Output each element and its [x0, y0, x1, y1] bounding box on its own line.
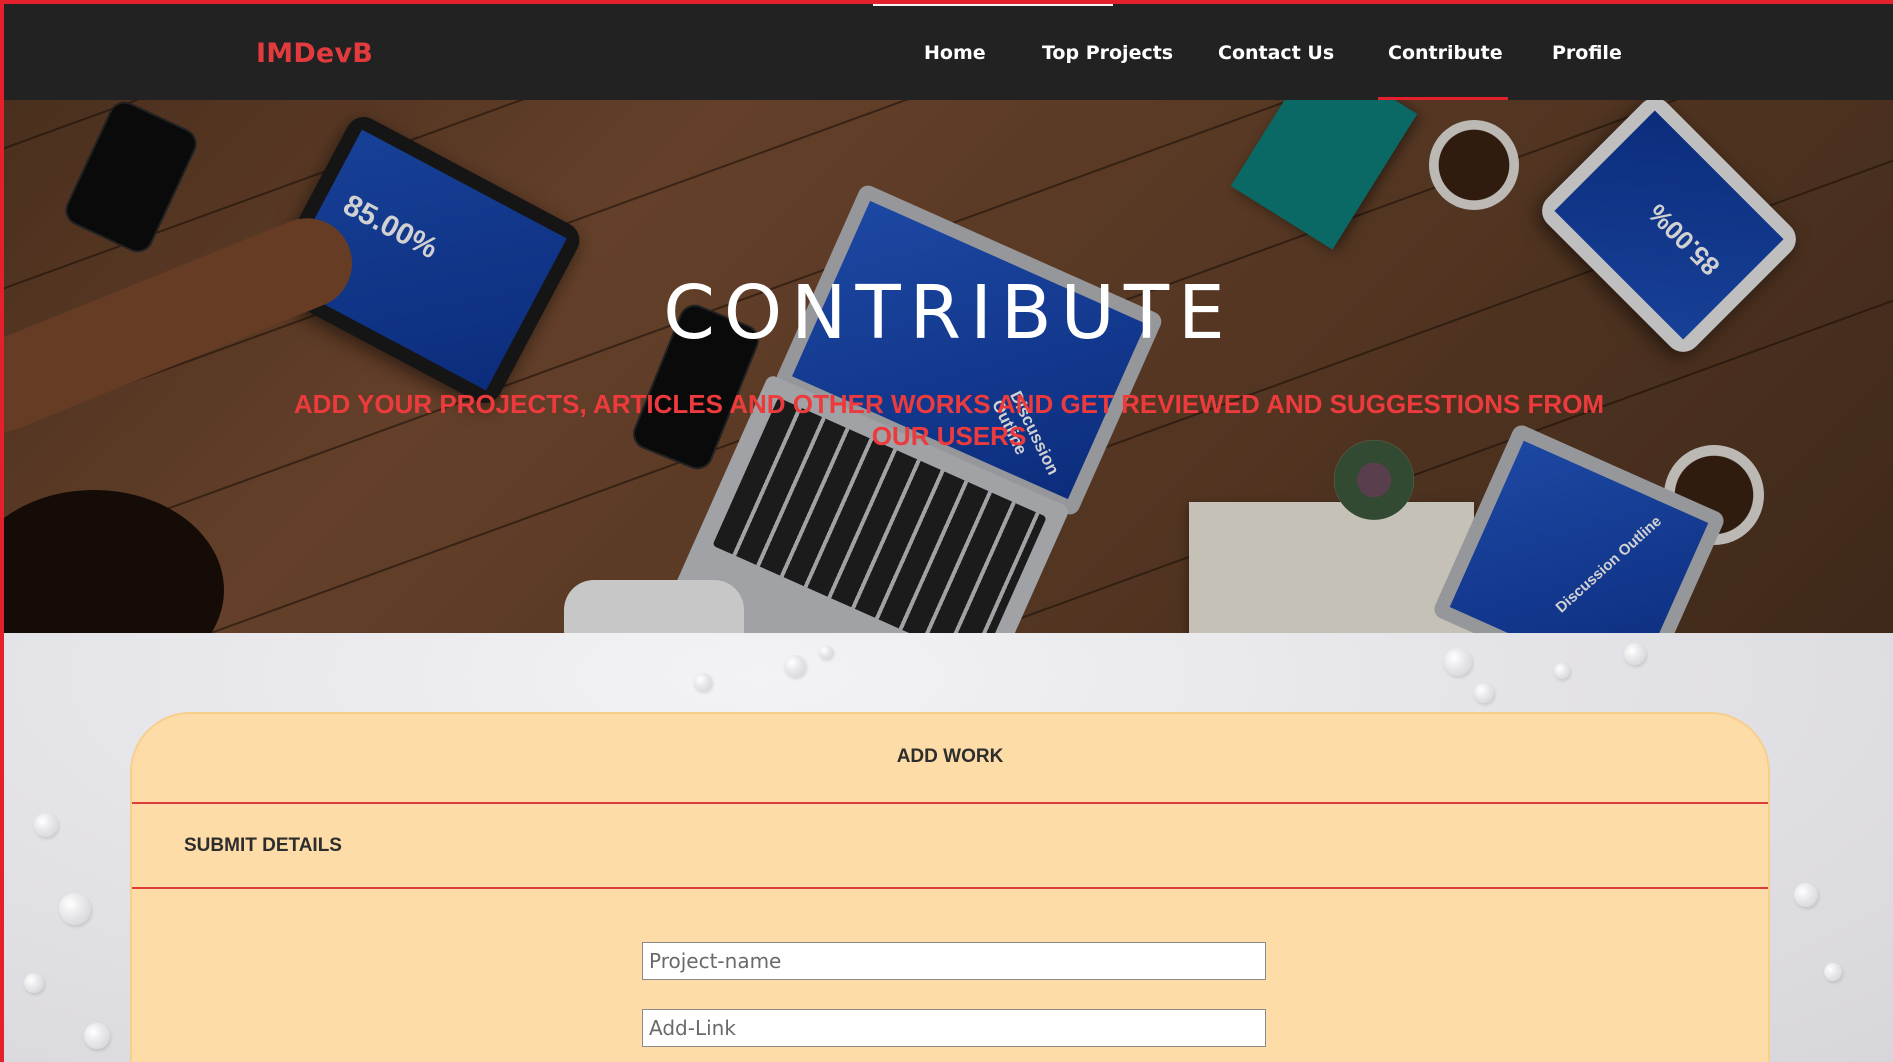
card-header: ADD WORK	[132, 714, 1768, 804]
section-title: SUBMIT DETAILS	[184, 835, 342, 856]
section-header: SUBMIT DETAILS	[132, 804, 1768, 889]
hero-subtitle: ADD YOUR PROJECTS, ARTICLES AND OTHER WO…	[293, 389, 1605, 451]
nav-item-contact-us[interactable]: Contact Us	[1218, 42, 1334, 64]
water-drop-image	[694, 673, 712, 691]
nav-item-contribute[interactable]: Contribute	[1388, 42, 1503, 64]
add-link-input[interactable]	[642, 1009, 1266, 1047]
water-drop-image	[819, 645, 833, 659]
add-work-card: ADD WORK SUBMIT DETAILS	[130, 712, 1770, 1062]
water-drop-image	[24, 973, 44, 993]
water-drop-image	[1554, 663, 1570, 679]
water-drop-image	[1794, 883, 1818, 907]
hero-title: CONTRIBUTE	[663, 270, 1234, 356]
water-drop-image	[84, 1023, 110, 1049]
project-name-input[interactable]	[642, 942, 1266, 980]
water-drop-image	[1474, 683, 1494, 703]
hero-banner: 85.00% 85.00% Discussion Outline Discuss…	[4, 100, 1893, 633]
nav-item-top-projects[interactable]: Top Projects	[1042, 42, 1173, 64]
water-drop-image	[1444, 648, 1472, 676]
water-drop-image	[1624, 643, 1646, 665]
page-frame: IMDevB Home Top Projects Contact Us Cont…	[0, 0, 1893, 1062]
water-drop-image	[784, 655, 806, 677]
water-drop-image	[1824, 963, 1842, 981]
brand-logo[interactable]: IMDevB	[256, 38, 373, 69]
water-drop-image	[34, 813, 58, 837]
nav-item-profile[interactable]: Profile	[1552, 42, 1622, 64]
card-title: ADD WORK	[896, 746, 1004, 767]
hero-overlay	[4, 100, 1893, 633]
nav-item-home[interactable]: Home	[924, 42, 986, 64]
water-drop-image	[59, 893, 91, 925]
navbar: IMDevB Home Top Projects Contact Us Cont…	[4, 4, 1893, 101]
page-load-indicator	[873, 4, 1113, 6]
